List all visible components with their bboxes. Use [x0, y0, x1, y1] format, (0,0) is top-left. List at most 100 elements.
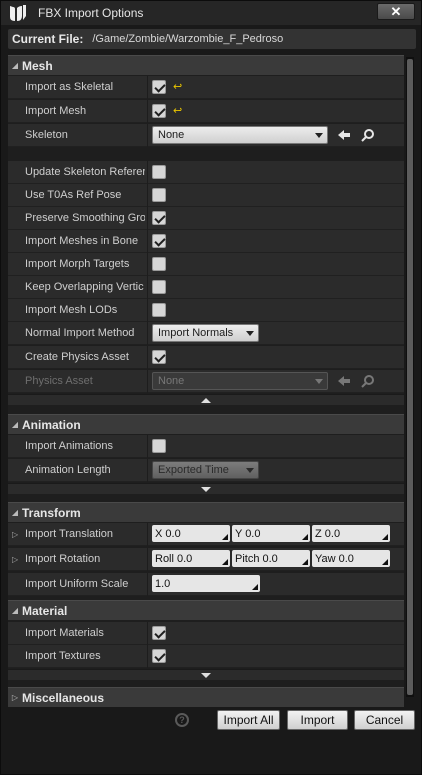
row-import-lods: Import Mesh LODs — [8, 299, 404, 322]
keep-overlapping-label: Keep Overlapping Vertic — [25, 281, 144, 293]
material-advanced-toggle[interactable] — [8, 669, 404, 680]
browse-magnifier-icon[interactable] — [360, 373, 376, 389]
rotation-roll-value: Roll 0.0 — [155, 552, 193, 565]
import-as-skeletal-checkbox[interactable] — [152, 80, 166, 94]
expand-arrow-icon[interactable]: ▷ — [12, 555, 18, 564]
row-use-t0: Use T0As Ref Pose — [8, 184, 404, 207]
row-import-meshes-bone: Import Meshes in Bone — [8, 230, 404, 253]
uniform-scale-field[interactable]: 1.0 — [152, 575, 260, 592]
skeleton-dropdown[interactable]: None — [152, 126, 328, 144]
options-panel: ◢ Mesh Import as Skeletal ↩ Import Mesh … — [8, 55, 404, 707]
window-title: FBX Import Options — [38, 6, 144, 20]
browse-magnifier-icon[interactable] — [360, 127, 376, 143]
translation-x-field[interactable]: X 0.0 — [152, 525, 230, 542]
create-physics-label: Create Physics Asset — [25, 351, 129, 363]
import-materials-checkbox[interactable] — [152, 626, 166, 640]
import-textures-label: Import Textures — [25, 650, 101, 662]
import-textures-checkbox[interactable] — [152, 649, 166, 663]
translation-y-value: Y 0.0 — [235, 527, 261, 540]
reset-to-default-icon[interactable]: ↩ — [173, 104, 182, 117]
import-materials-label: Import Materials — [25, 627, 104, 639]
material-category-header[interactable]: ◢ Material — [8, 600, 404, 620]
animation-length-label: Animation Length — [25, 464, 111, 476]
row-import-textures: Import Textures — [8, 645, 404, 668]
uniform-scale-value: 1.0 — [155, 577, 171, 590]
material-header-label: Material — [22, 603, 68, 618]
misc-category-header[interactable]: ▷ Miscellaneous — [8, 687, 404, 707]
row-import-scale: Import Uniform Scale 1.0 — [8, 573, 404, 596]
expand-arrow-icon[interactable]: ▷ — [12, 530, 18, 539]
animation-category-header[interactable]: ◢ Animation — [8, 414, 404, 434]
import-animations-checkbox[interactable] — [152, 439, 166, 453]
update-skeleton-checkbox[interactable] — [152, 165, 166, 179]
collapse-arrow-icon: ◢ — [11, 61, 19, 70]
import-morph-label: Import Morph Targets — [25, 258, 130, 270]
rotation-yaw-field[interactable]: Yaw 0.0 — [312, 550, 390, 567]
row-import-animations: Import Animations — [8, 435, 404, 458]
import-animations-label: Import Animations — [25, 440, 114, 452]
current-file-bar: Current File: /Game/Zombie/Warzombie_F_P… — [8, 29, 416, 49]
rotation-yaw-value: Yaw 0.0 — [315, 552, 354, 565]
rotation-pitch-value: Pitch 0.0 — [235, 552, 278, 565]
mesh-category-header[interactable]: ◢ Mesh — [8, 55, 404, 75]
translation-z-field[interactable]: Z 0.0 — [312, 525, 390, 542]
use-t0-checkbox[interactable] — [152, 188, 166, 202]
import-lods-checkbox[interactable] — [152, 303, 166, 317]
keep-overlapping-checkbox[interactable] — [152, 280, 166, 294]
translation-x-value: X 0.0 — [155, 527, 181, 540]
row-create-physics: Create Physics Asset — [8, 346, 404, 369]
import-scale-label: Import Uniform Scale — [25, 578, 129, 590]
import-button[interactable]: Import — [287, 710, 348, 730]
rotation-roll-field[interactable]: Roll 0.0 — [152, 550, 230, 567]
row-import-translation: ▷ Import Translation X 0.0 Y 0.0 Z 0.0 — [8, 523, 404, 546]
transform-category-header[interactable]: ◢ Transform — [8, 502, 404, 522]
section-spacer — [8, 148, 404, 156]
fbx-import-window: FBX Import Options ✕ Current File: /Game… — [0, 0, 422, 775]
import-meshes-bone-checkbox[interactable] — [152, 234, 166, 248]
row-physics-asset: Physics Asset None — [8, 370, 404, 393]
skeleton-label: Skeleton — [25, 129, 68, 141]
create-physics-checkbox[interactable] — [152, 350, 166, 364]
collapse-arrow-icon: ◢ — [11, 508, 19, 517]
row-normal-method: Normal Import Method Import Normals — [8, 322, 404, 345]
preserve-smoothing-label: Preserve Smoothing Gro — [25, 212, 145, 224]
close-button[interactable]: ✕ — [377, 3, 415, 20]
animation-header-label: Animation — [22, 417, 81, 432]
collapse-arrow-icon: ◢ — [11, 420, 19, 429]
translation-y-field[interactable]: Y 0.0 — [232, 525, 310, 542]
title-bar: FBX Import Options ✕ — [1, 1, 421, 25]
import-rotation-label: Import Rotation — [25, 553, 101, 565]
row-update-skeleton: Update Skeleton Referer — [8, 161, 404, 184]
import-mesh-checkbox[interactable] — [152, 104, 166, 118]
unreal-logo-icon — [4, 2, 32, 24]
import-mesh-label: Import Mesh — [25, 105, 87, 117]
import-morph-checkbox[interactable] — [152, 257, 166, 271]
current-file-path: /Game/Zombie/Warzombie_F_Pedroso — [92, 33, 284, 45]
row-import-morph: Import Morph Targets — [8, 253, 404, 276]
use-selected-arrow-icon[interactable] — [336, 127, 352, 143]
row-import-mesh: Import Mesh ↩ — [8, 100, 404, 123]
row-preserve-smoothing: Preserve Smoothing Gro — [8, 207, 404, 230]
import-lods-label: Import Mesh LODs — [25, 304, 118, 316]
cancel-button[interactable]: Cancel — [354, 710, 415, 730]
use-selected-arrow-icon[interactable] — [336, 373, 352, 389]
physics-asset-dropdown[interactable]: None — [152, 372, 328, 390]
normal-method-dropdown[interactable]: Import Normals — [152, 324, 259, 342]
use-t0-label: Use T0As Ref Pose — [25, 189, 122, 201]
physics-asset-value: None — [158, 375, 185, 387]
rotation-pitch-field[interactable]: Pitch 0.0 — [232, 550, 310, 567]
import-all-button[interactable]: Import All — [217, 710, 280, 730]
row-import-materials: Import Materials — [8, 622, 404, 645]
expand-down-icon — [201, 672, 211, 678]
animation-advanced-toggle[interactable] — [8, 483, 404, 494]
reset-to-default-icon[interactable]: ↩ — [173, 80, 182, 93]
mesh-advanced-toggle[interactable] — [8, 394, 404, 405]
animation-length-value: Exported Time — [158, 464, 229, 476]
collapse-arrow-icon: ◢ — [11, 606, 19, 615]
help-icon[interactable]: ? — [175, 713, 189, 727]
update-skeleton-label: Update Skeleton Referer — [25, 166, 145, 178]
preserve-smoothing-checkbox[interactable] — [152, 211, 166, 225]
animation-length-dropdown[interactable]: Exported Time — [152, 461, 259, 479]
current-file-label: Current File: — [12, 32, 84, 46]
scrollbar-thumb[interactable] — [407, 59, 413, 695]
